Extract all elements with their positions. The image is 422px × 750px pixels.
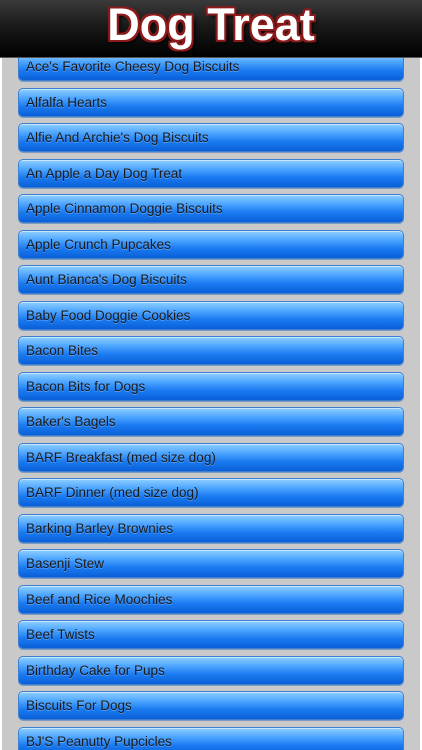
list-item[interactable]: Bacon Bits for Dogs — [18, 371, 404, 401]
list-item[interactable]: BARF Dinner (med size dog) — [18, 478, 404, 507]
list-item-label: Alfalfa Hearts — [26, 94, 108, 110]
list-item-label: BARF Breakfast (med size dog) — [26, 449, 216, 465]
list-item[interactable]: Baker's Bagels — [18, 407, 404, 436]
list-item-label: Ace's Favorite Cheesy Dog Biscuits — [26, 59, 240, 74]
list-item[interactable]: Alfie And Archie's Dog Biscuits — [18, 123, 404, 152]
list-item-label: Biscuits For Dogs — [26, 698, 132, 713]
list-item[interactable]: Biscuits For Dogs — [18, 691, 404, 720]
list-item-label: Birthday Cake for Pups — [26, 662, 165, 678]
list-item[interactable]: An Apple a Day Dog Treat — [18, 158, 404, 188]
list-item-label: Basenji Stew — [26, 556, 105, 571]
list-item-label: An Apple a Day Dog Treat — [26, 165, 183, 181]
list-item-label: Beef Twists — [26, 627, 95, 642]
list-item-label: Bacon Bits for Dogs — [26, 378, 146, 394]
list-item-label: Aunt Bianca's Dog Biscuits — [26, 272, 187, 287]
list-item[interactable]: BARF Breakfast (med size dog) — [18, 442, 404, 472]
list-item[interactable]: Aunt Bianca's Dog Biscuits — [18, 265, 404, 294]
list-item-label: BJ'S Peanutty Pupcicles — [26, 733, 172, 749]
app-header: Dog Treat — [0, 0, 422, 58]
treat-list[interactable]: Ace's Favorite Cheesy Dog Biscuits Alfalf… — [0, 0, 422, 750]
list-item[interactable]: Birthday Cake for Pups — [18, 655, 404, 685]
list-item[interactable]: Apple Crunch Pupcakes — [18, 229, 404, 259]
list-item[interactable]: Barking Barley Brownies — [18, 513, 404, 543]
list-item-label: Apple Crunch Pupcakes — [26, 236, 171, 252]
list-item-label: Alfie And Archie's Dog Biscuits — [26, 130, 209, 145]
list-item-label: Baker's Bagels — [26, 414, 116, 429]
list-item[interactable]: Beef Twists — [18, 620, 404, 649]
list-item[interactable]: Basenji Stew — [18, 549, 404, 578]
list-item-label: Beef and Rice Moochies — [26, 591, 173, 607]
list-item[interactable]: BJ'S Peanutty Pupcicles — [18, 726, 404, 750]
list-item-label: BARF Dinner (med size dog) — [26, 485, 199, 500]
list-item-label: Barking Barley Brownies — [26, 520, 174, 536]
list-item[interactable]: Apple Cinnamon Doggie Biscuits — [18, 194, 404, 223]
list-item-label: Bacon Bites — [26, 343, 99, 358]
list-item-label: Baby Food Doggie Cookies — [26, 307, 191, 323]
list-item-label: Apple Cinnamon Doggie Biscuits — [26, 201, 223, 216]
list-item[interactable]: Baby Food Doggie Cookies — [18, 300, 404, 330]
list-item[interactable]: Alfalfa Hearts — [18, 87, 404, 117]
app-title: Dog Treat — [107, 0, 315, 50]
list-item[interactable]: Beef and Rice Moochies — [18, 584, 404, 614]
list-item[interactable]: Bacon Bites — [18, 336, 404, 365]
